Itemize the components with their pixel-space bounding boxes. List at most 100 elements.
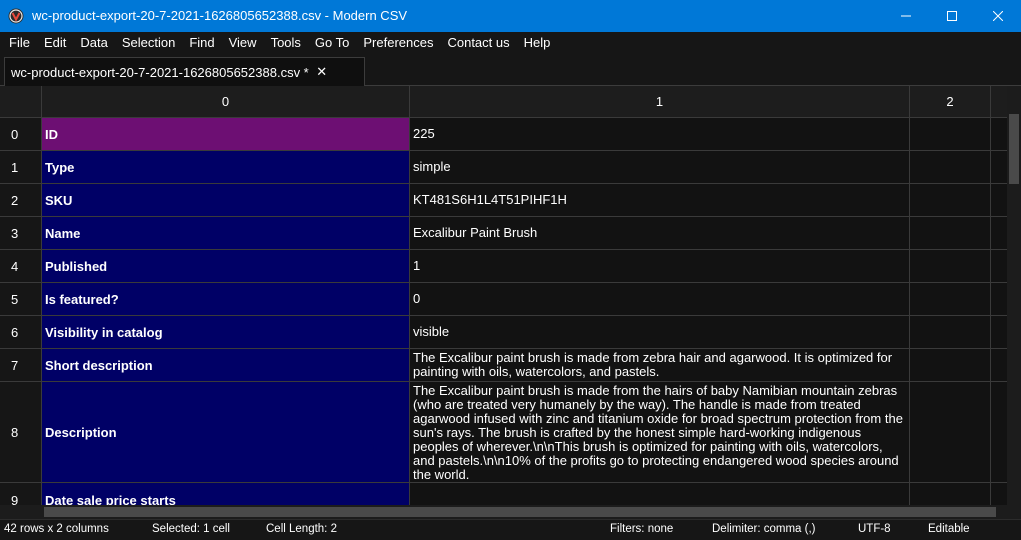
key-cell[interactable]: Name <box>42 217 410 250</box>
minimize-button[interactable] <box>883 0 929 32</box>
table-row: 5 Is featured? 0 <box>0 283 1007 316</box>
empty-cell[interactable] <box>991 184 1007 217</box>
menu-tools[interactable]: Tools <box>264 32 308 54</box>
csv-grid: 0 1 2 0 ID 225 1 Type simple 2 SKU KT481… <box>0 86 1007 505</box>
value-cell[interactable]: visible <box>410 316 910 349</box>
value-cell[interactable]: KT481S6H1L4T51PIHF1H <box>410 184 910 217</box>
value-cell[interactable]: The Excalibur paint brush is made from t… <box>410 382 910 483</box>
menu-find[interactable]: Find <box>182 32 221 54</box>
vertical-scrollbar[interactable] <box>1007 86 1021 505</box>
status-mode[interactable]: Editable <box>928 523 970 535</box>
value-cell[interactable]: 1 <box>410 250 910 283</box>
empty-cell[interactable] <box>991 349 1007 382</box>
menu-bar: File Edit Data Selection Find View Tools… <box>0 32 1021 54</box>
empty-cell[interactable] <box>910 250 991 283</box>
status-delimiter[interactable]: Delimiter: comma (,) <box>712 523 816 535</box>
key-cell-selected[interactable]: ID <box>42 118 410 151</box>
value-cell[interactable]: The Excalibur paint brush is made from z… <box>410 349 910 382</box>
row-number[interactable]: 9 <box>0 483 42 505</box>
value-cell[interactable]: Excalibur Paint Brush <box>410 217 910 250</box>
file-tab-label: wc-product-export-20-7-2021-162680565238… <box>11 64 309 80</box>
key-cell[interactable]: Type <box>42 151 410 184</box>
close-window-button[interactable] <box>975 0 1021 32</box>
empty-cell[interactable] <box>910 316 991 349</box>
menu-view[interactable]: View <box>222 32 264 54</box>
menu-preferences[interactable]: Preferences <box>356 32 440 54</box>
table-row: 9 Date sale price starts <box>0 483 1007 505</box>
menu-selection[interactable]: Selection <box>115 32 182 54</box>
empty-cell[interactable] <box>910 118 991 151</box>
horizontal-scroll-thumb[interactable] <box>44 507 996 517</box>
table-row: 3 Name Excalibur Paint Brush <box>0 217 1007 250</box>
row-number[interactable]: 0 <box>0 118 42 151</box>
column-header-0[interactable]: 0 <box>42 86 410 118</box>
empty-cell[interactable] <box>910 184 991 217</box>
key-cell[interactable]: Visibility in catalog <box>42 316 410 349</box>
value-cell[interactable]: simple <box>410 151 910 184</box>
column-header-2[interactable]: 2 <box>910 86 991 118</box>
table-row: 2 SKU KT481S6H1L4T51PIHF1H <box>0 184 1007 217</box>
empty-cell[interactable] <box>991 283 1007 316</box>
empty-cell[interactable] <box>910 283 991 316</box>
tab-bar: wc-product-export-20-7-2021-162680565238… <box>0 54 1021 86</box>
row-number[interactable]: 5 <box>0 283 42 316</box>
row-number[interactable]: 4 <box>0 250 42 283</box>
empty-cell[interactable] <box>991 483 1007 505</box>
row-number[interactable]: 1 <box>0 151 42 184</box>
maximize-button[interactable] <box>929 0 975 32</box>
key-cell[interactable]: SKU <box>42 184 410 217</box>
key-cell[interactable]: Description <box>42 382 410 483</box>
title-bar: wc-product-export-20-7-2021-162680565238… <box>0 0 1021 32</box>
value-cell[interactable]: 225 <box>410 118 910 151</box>
row-number[interactable]: 7 <box>0 349 42 382</box>
status-selected: Selected: 1 cell <box>152 523 230 535</box>
value-cell[interactable]: 0 <box>410 283 910 316</box>
tab-close-icon[interactable]: ✕ <box>315 64 329 80</box>
menu-go-to[interactable]: Go To <box>308 32 356 54</box>
menu-edit[interactable]: Edit <box>37 32 73 54</box>
key-cell[interactable]: Is featured? <box>42 283 410 316</box>
column-header-3[interactable] <box>991 86 1007 118</box>
empty-cell[interactable] <box>910 382 991 483</box>
status-cell-length: Cell Length: 2 <box>266 523 337 535</box>
empty-cell[interactable] <box>910 217 991 250</box>
empty-cell[interactable] <box>910 483 991 505</box>
row-number[interactable]: 3 <box>0 217 42 250</box>
value-cell[interactable] <box>410 483 910 505</box>
scrollbar-corner <box>1007 505 1021 519</box>
table-row: 7 Short description The Excalibur paint … <box>0 349 1007 382</box>
empty-cell[interactable] <box>910 349 991 382</box>
file-tab[interactable]: wc-product-export-20-7-2021-162680565238… <box>4 57 365 86</box>
menu-contact-us[interactable]: Contact us <box>440 32 516 54</box>
grid-corner[interactable] <box>0 86 42 118</box>
minimize-icon <box>901 15 911 17</box>
menu-data[interactable]: Data <box>73 32 114 54</box>
row-number[interactable]: 6 <box>0 316 42 349</box>
maximize-icon <box>947 11 957 21</box>
empty-cell[interactable] <box>991 151 1007 184</box>
row-number[interactable]: 2 <box>0 184 42 217</box>
status-rows-columns: 42 rows x 2 columns <box>4 523 109 535</box>
key-cell[interactable]: Short description <box>42 349 410 382</box>
column-header-1[interactable]: 1 <box>410 86 910 118</box>
key-cell[interactable]: Published <box>42 250 410 283</box>
window-title: wc-product-export-20-7-2021-162680565238… <box>32 8 408 23</box>
empty-cell[interactable] <box>991 217 1007 250</box>
horizontal-scrollbar[interactable] <box>0 505 1007 519</box>
vertical-scroll-thumb[interactable] <box>1009 114 1019 184</box>
empty-cell[interactable] <box>910 151 991 184</box>
status-encoding[interactable]: UTF-8 <box>858 523 891 535</box>
table-row: 4 Published 1 <box>0 250 1007 283</box>
menu-file[interactable]: File <box>2 32 37 54</box>
empty-cell[interactable] <box>991 250 1007 283</box>
menu-help[interactable]: Help <box>517 32 558 54</box>
status-bar: 42 rows x 2 columns Selected: 1 cell Cel… <box>0 519 1021 540</box>
empty-cell[interactable] <box>991 118 1007 151</box>
empty-cell[interactable] <box>991 316 1007 349</box>
row-number[interactable]: 8 <box>0 382 42 483</box>
key-cell[interactable]: Date sale price starts <box>42 483 410 505</box>
table-row: 8 Description The Excalibur paint brush … <box>0 382 1007 483</box>
empty-cell[interactable] <box>991 382 1007 483</box>
table-row: 6 Visibility in catalog visible <box>0 316 1007 349</box>
status-filters[interactable]: Filters: none <box>610 523 673 535</box>
